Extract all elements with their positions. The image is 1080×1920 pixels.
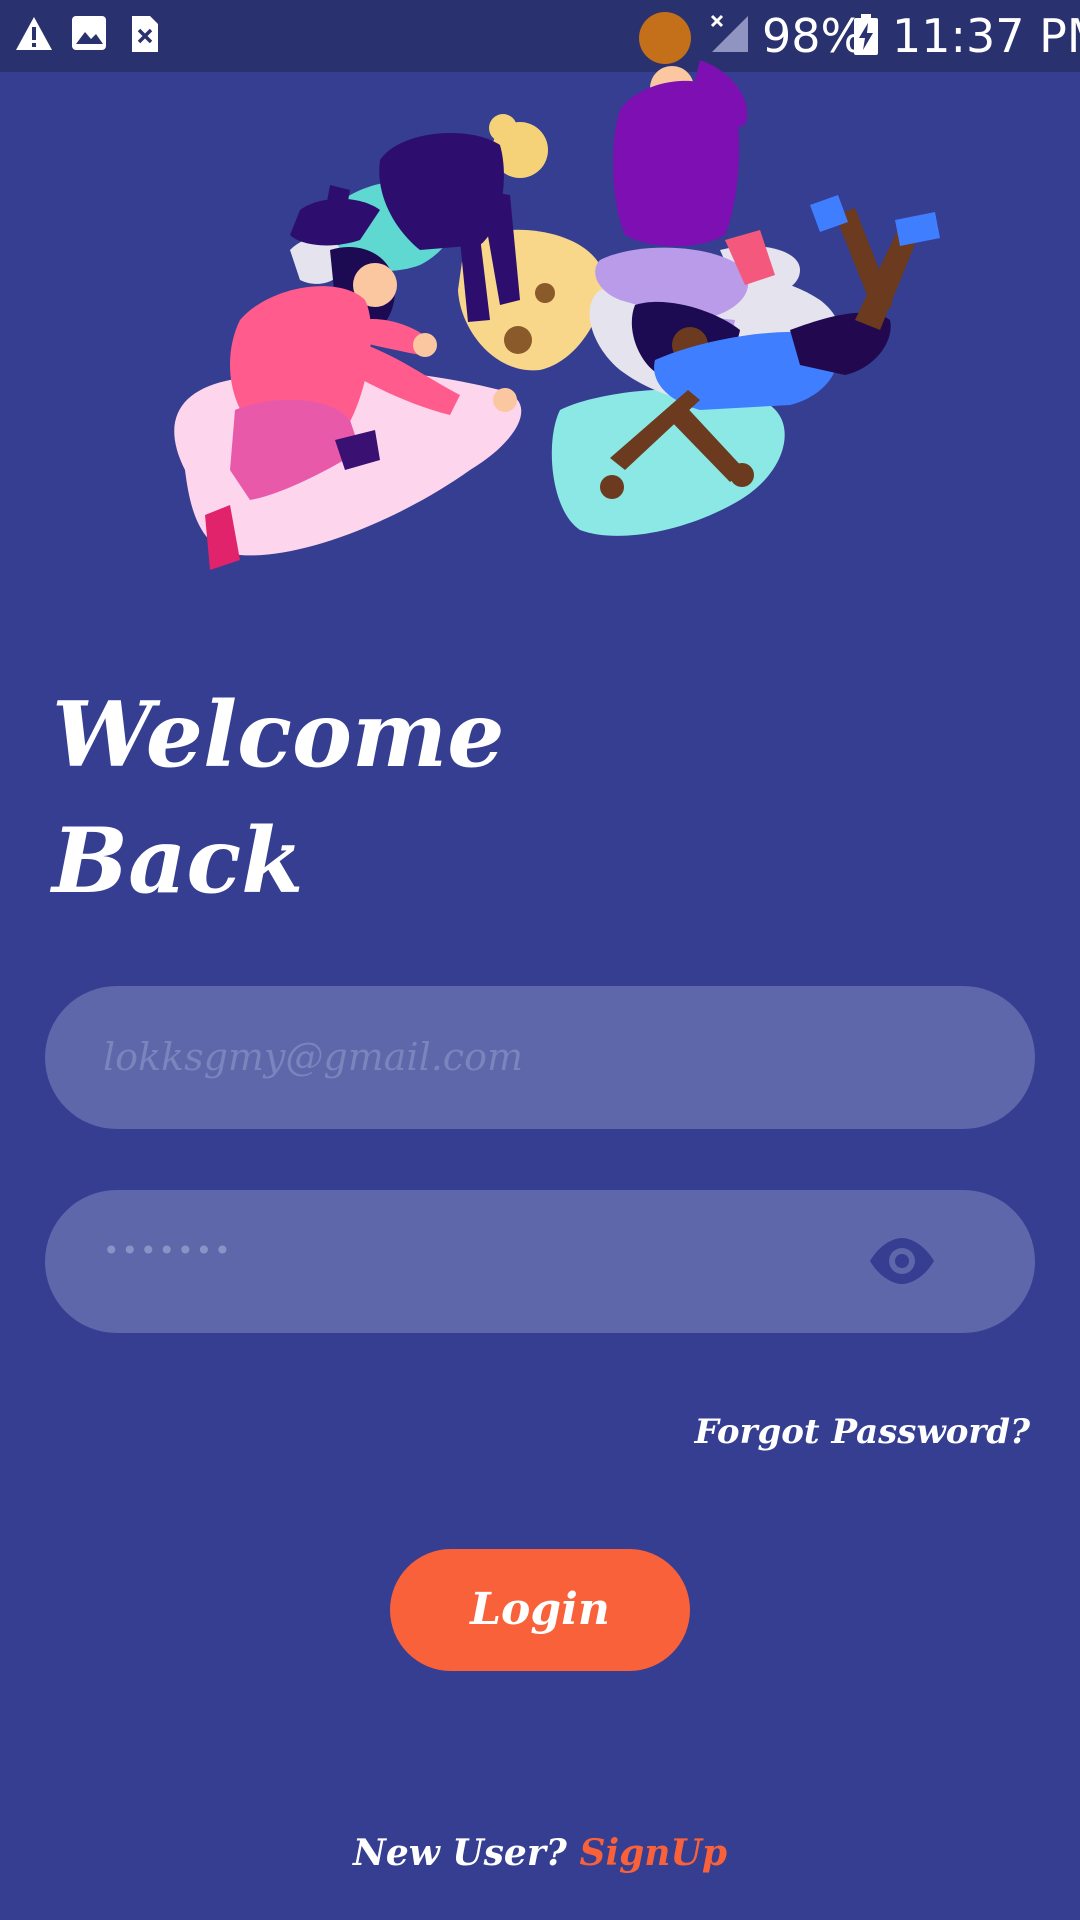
welcome-heading: Welcome Back <box>52 672 505 924</box>
welcome-heading-line2: Back <box>52 808 304 914</box>
login-button[interactable]: Login <box>390 1549 690 1671</box>
eye-icon[interactable] <box>868 1236 936 1286</box>
password-field[interactable]: ••••••• <box>45 1190 1035 1333</box>
email-field-value: lokksgmy@gmail.com <box>103 1035 524 1079</box>
signup-link[interactable]: SignUp <box>579 1832 727 1874</box>
password-field-value: ••••••• <box>103 1234 233 1267</box>
people-drawing-together-illustration <box>174 12 940 570</box>
email-field[interactable]: lokksgmy@gmail.com <box>45 986 1035 1129</box>
warning-icon <box>16 17 52 50</box>
welcome-heading-line1: Welcome <box>52 682 505 788</box>
image-icon <box>72 16 106 50</box>
forgot-password-link[interactable]: Forgot Password? <box>695 1412 1030 1452</box>
new-user-text: New User? <box>352 1832 567 1874</box>
signup-prompt: New User? SignUp <box>0 1832 1080 1874</box>
